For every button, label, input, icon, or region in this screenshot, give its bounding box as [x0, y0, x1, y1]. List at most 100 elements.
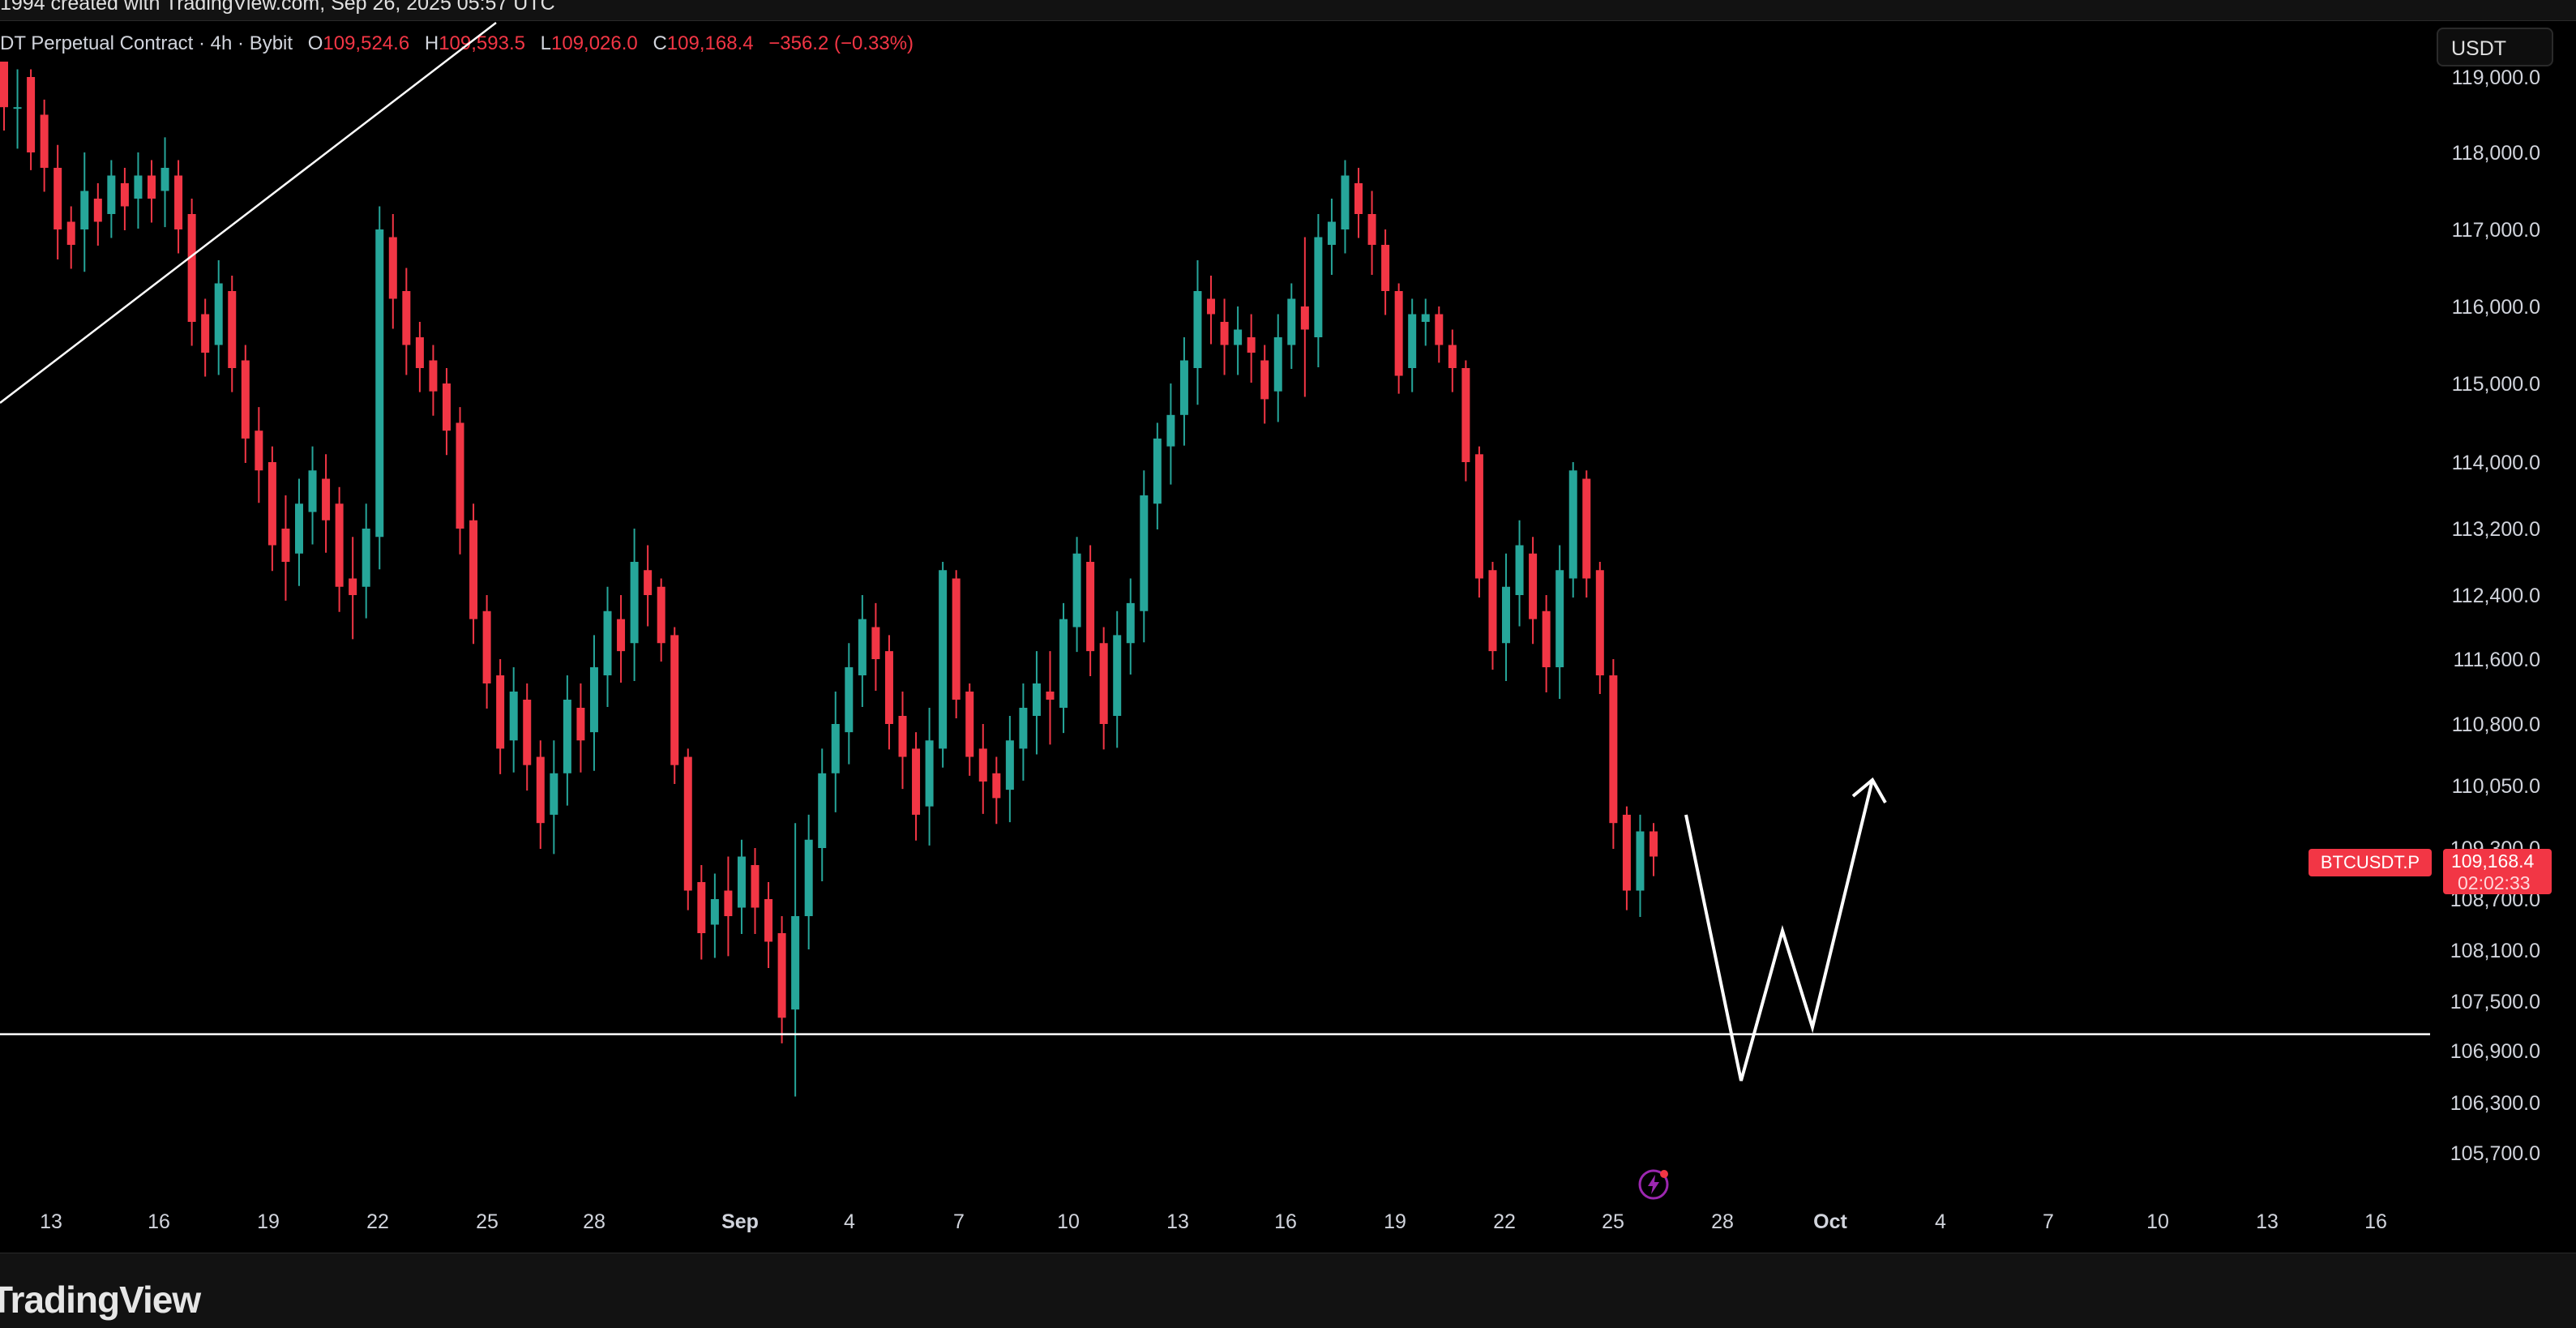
candle-body — [804, 839, 813, 916]
candle-body — [214, 283, 223, 345]
candle-body — [1086, 562, 1095, 652]
price-axis-label: 117,000.0 — [2452, 219, 2540, 242]
candle-body — [147, 175, 156, 199]
time-axis-label: 13 — [2256, 1210, 2279, 1233]
price-axis-label: 115,000.0 — [2452, 373, 2540, 396]
candle-body — [1005, 740, 1014, 790]
candle-body — [576, 708, 585, 741]
candle-body — [27, 77, 36, 152]
candle-body — [53, 168, 62, 229]
candle-body — [241, 360, 250, 439]
candle-body — [1260, 360, 1269, 400]
candle-body — [160, 168, 169, 191]
candle-body — [831, 724, 840, 773]
candle-body — [1166, 414, 1175, 447]
time-axis-label: Oct — [1813, 1210, 1847, 1233]
candle-body — [469, 520, 478, 619]
candle-body — [40, 114, 49, 168]
candle-body — [1650, 831, 1658, 857]
candle-body — [456, 422, 464, 529]
candle-body — [388, 237, 397, 299]
candle-body — [630, 562, 639, 644]
price-axis-label: 118,000.0 — [2452, 142, 2540, 165]
candle-body — [710, 899, 719, 925]
price-axis-label: 112,400.0 — [2452, 585, 2540, 607]
candle-body — [1327, 221, 1336, 245]
candle-body — [1529, 553, 1538, 619]
price-axis-label: 119,000.0 — [2452, 66, 2540, 89]
candle-body — [1153, 438, 1162, 504]
price-axis-label: 110,050.0 — [2452, 775, 2540, 798]
candle-body — [509, 692, 518, 741]
candle-body — [536, 756, 545, 824]
candle-body — [375, 229, 384, 538]
candle-body — [550, 773, 558, 815]
candle-body — [777, 933, 786, 1018]
candle-body — [496, 675, 505, 749]
candle-body — [1421, 314, 1430, 322]
candle-body — [1046, 692, 1055, 700]
tradingview-logo: TradingView — [0, 1279, 201, 1321]
time-axis-label: Sep — [721, 1210, 759, 1233]
candle-body — [1059, 619, 1068, 708]
candle-body — [187, 214, 196, 322]
candle-body — [1287, 298, 1296, 345]
price-axis-label: 113,200.0 — [2452, 518, 2540, 541]
lightning-alert-icon[interactable] — [1637, 1168, 1670, 1201]
time-axis-label: 25 — [476, 1210, 499, 1233]
candle-body — [174, 175, 183, 229]
candle-body — [1381, 245, 1390, 291]
candle-body — [1367, 214, 1376, 245]
candle-body — [1408, 314, 1417, 368]
time-axis-label: 10 — [2146, 1210, 2169, 1233]
candle-body — [751, 865, 760, 908]
candle-body — [791, 916, 800, 1010]
candle-body — [724, 890, 733, 916]
candle-body — [1140, 495, 1149, 611]
candle-body — [1542, 610, 1551, 667]
candle-body — [884, 651, 893, 724]
candle-body — [335, 503, 344, 587]
price-axis-label: 116,000.0 — [2452, 296, 2540, 319]
candle-body — [978, 748, 987, 782]
time-axis-label: 16 — [148, 1210, 170, 1233]
candle-body — [134, 175, 143, 199]
candle-body — [1179, 360, 1188, 415]
candle-body — [1300, 306, 1309, 330]
price-chart[interactable]: 119,000.0 118,000.0 117,000.0 116,000.0 115,… — [0, 20, 2576, 1253]
price-axis-label: 106,300.0 — [2450, 1092, 2540, 1115]
candle-body — [697, 882, 706, 933]
time-axis-label: 22 — [366, 1210, 389, 1233]
time-axis-label: 28 — [1711, 1210, 1734, 1233]
candle-body — [402, 291, 411, 345]
candle-body — [939, 570, 948, 749]
candle-body — [683, 756, 692, 891]
time-axis-label: 10 — [1057, 1210, 1080, 1233]
candle-body — [0, 62, 8, 108]
candle-body — [912, 748, 921, 815]
time-axis-label: 13 — [1166, 1210, 1189, 1233]
candle-body — [992, 773, 1001, 799]
candle-body — [1019, 708, 1028, 749]
candle-body — [563, 700, 571, 773]
candle-body — [603, 610, 612, 675]
price-axis-label: 111,600.0 — [2453, 649, 2540, 671]
candle-body — [66, 221, 75, 245]
candle-body — [228, 291, 237, 368]
time-axis-label: 7 — [2043, 1210, 2054, 1233]
candle-body — [1394, 291, 1403, 376]
candle-body — [120, 183, 129, 207]
candle-body — [267, 462, 276, 546]
candle-body — [617, 619, 626, 652]
time-axis-label: 7 — [953, 1210, 965, 1233]
price-axis-label: 114,000.0 — [2452, 452, 2540, 474]
candle-body — [1247, 337, 1256, 353]
price-axis-label: 108,100.0 — [2450, 940, 2540, 962]
prediction-path[interactable] — [1684, 779, 1874, 1082]
time-axis-label: 19 — [1384, 1210, 1406, 1233]
candle-body — [1448, 345, 1457, 368]
time-axis-label: 28 — [583, 1210, 605, 1233]
candle-body — [93, 199, 102, 222]
candle-body — [898, 716, 907, 757]
candle-body — [1273, 337, 1282, 392]
